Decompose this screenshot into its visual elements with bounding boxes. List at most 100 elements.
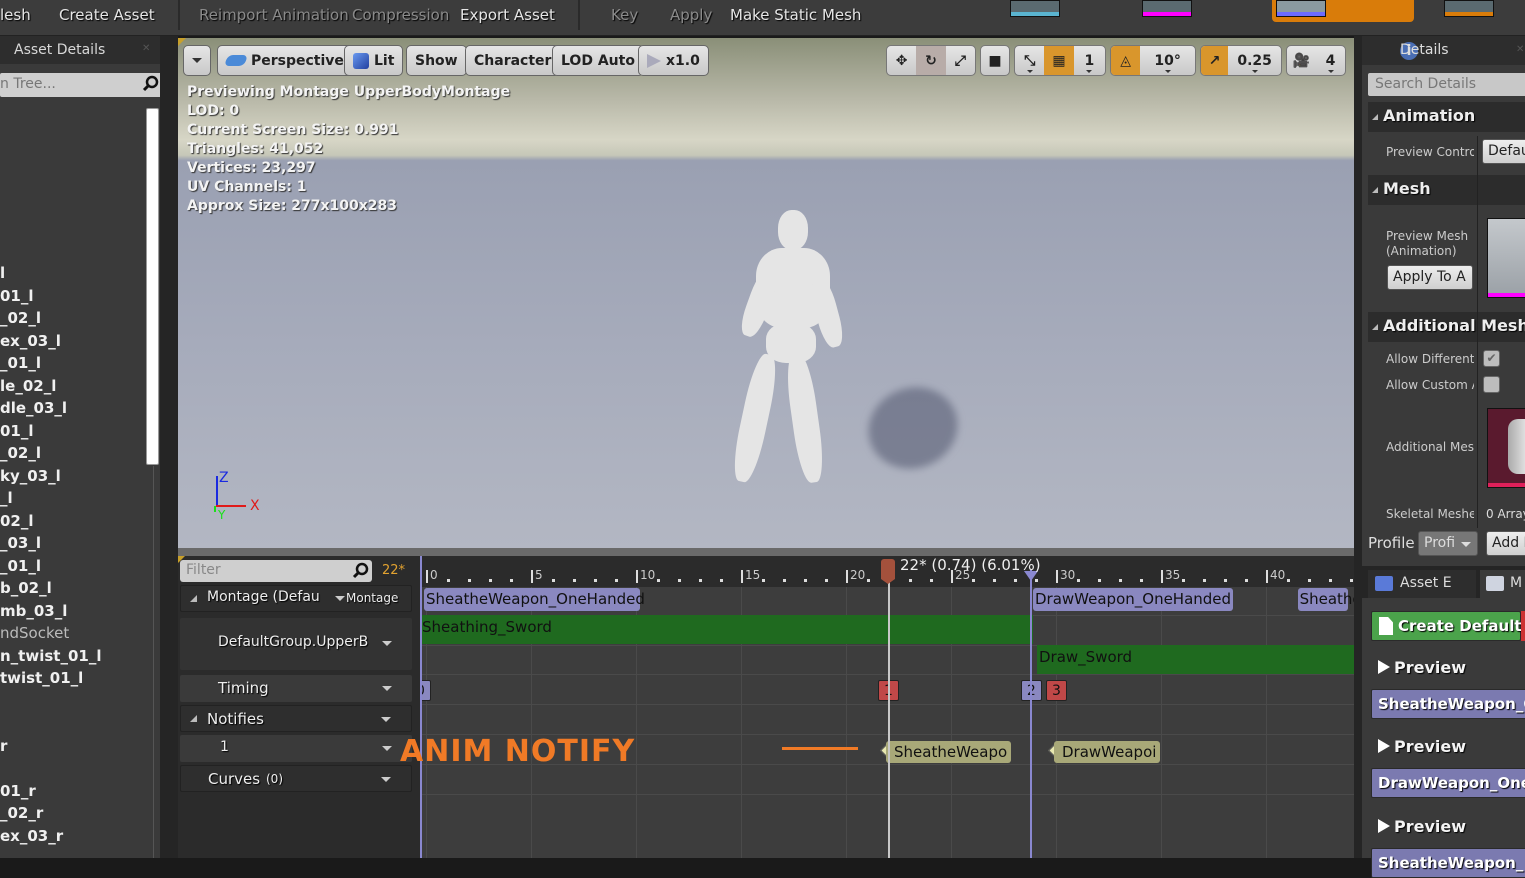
close-tab-icon[interactable]: ✕ <box>142 43 150 54</box>
rotation-snap-toggle[interactable]: ◬ <box>1111 46 1141 75</box>
notify-track-dropdown-icon[interactable] <box>382 746 392 751</box>
section-button-3[interactable]: SheatheWeapon_ <box>1371 848 1525 878</box>
track-filter-input[interactable]: Filter <box>180 560 372 582</box>
surface-snap-button[interactable]: ⤡ <box>1015 46 1044 75</box>
section-button-2[interactable]: DrawWeapon_OneH <box>1371 768 1525 798</box>
timing-dropdown-icon[interactable] <box>382 686 392 691</box>
bone-tree-item[interactable]: _01_l <box>0 354 41 372</box>
lod-button[interactable]: LOD Auto <box>552 45 644 76</box>
track-row-montage[interactable]: Montage (Defau Montage <box>180 585 412 612</box>
montage-section[interactable]: SheatheWeapon_OneHanded <box>424 588 645 611</box>
create-default-button[interactable]: Create Default <box>1371 611 1522 641</box>
category-mesh[interactable]: Mesh <box>1368 175 1525 205</box>
slot-anim-segment[interactable]: Sheathing_Sword <box>420 615 1033 644</box>
toolbar-button-export-asset[interactable]: Export Asset <box>460 6 555 24</box>
bone-tree-item[interactable]: _03_l <box>0 534 41 552</box>
bone-tree-item[interactable]: 01_l <box>0 422 34 440</box>
bone-tree-item[interactable]: le_02_l <box>0 377 56 395</box>
mode-tab-blueprint[interactable] <box>1444 0 1494 17</box>
tab-asset-details[interactable]: Asset Details ✕ <box>0 36 160 64</box>
bone-tree-item[interactable]: 01_r <box>0 782 36 800</box>
scale-snap-toggle[interactable]: ↗ <box>1201 46 1229 75</box>
scrub-handle[interactable] <box>881 559 895 584</box>
toolbar-button-compression[interactable]: Compression <box>352 6 449 24</box>
collapse-triangle-icon[interactable] <box>190 715 197 722</box>
socket-tree-item[interactable]: ndSocket <box>0 624 69 642</box>
bone-tree-item[interactable]: 01_l <box>0 287 34 305</box>
preview-button-1[interactable]: Preview <box>1378 658 1466 677</box>
mode-tab-animation-active[interactable] <box>1272 0 1414 22</box>
category-animation[interactable]: Animation <box>1368 102 1525 132</box>
bone-tree-item[interactable]: ex_03_r <box>0 827 63 845</box>
track-row-curves[interactable]: Curves (0) <box>180 765 412 792</box>
camera-speed-button[interactable]: 🎥 4 <box>1286 45 1346 76</box>
toolbar-button-create-asset[interactable]: Create Asset <box>59 6 155 24</box>
mannequin-character[interactable] <box>708 208 969 508</box>
track-row-slot[interactable]: DefaultGroup.UpperB <box>180 618 412 670</box>
scale-snap-value[interactable]: 0.25 <box>1228 46 1281 75</box>
preview-button-3[interactable]: Preview <box>1378 817 1466 836</box>
mode-tab-mesh[interactable] <box>1142 0 1192 17</box>
track-row-timing[interactable]: Timing <box>180 675 412 702</box>
bone-tree-item[interactable]: _02_l <box>0 309 41 327</box>
bone-tree-item[interactable]: twist_01_l <box>0 669 83 687</box>
slot-anim-segment[interactable]: Draw_Sword <box>1037 645 1354 674</box>
curves-dropdown-icon[interactable] <box>381 777 391 782</box>
section-boundary-line[interactable] <box>1030 570 1032 858</box>
bone-tree-item[interactable]: l <box>0 264 5 282</box>
allow-custom-checkbox[interactable] <box>1483 376 1500 393</box>
section-button-1[interactable]: SheatheWeapon_O <box>1371 689 1525 719</box>
preview-mesh-thumbnail[interactable] <box>1487 218 1525 298</box>
add-profile-button[interactable]: Add I <box>1486 531 1525 556</box>
track-row-notify-1[interactable]: 1 <box>180 735 412 762</box>
bone-tree-item[interactable]: dle_03_l <box>0 399 67 417</box>
tree-scrollbar-thumb[interactable] <box>146 108 159 465</box>
panel-splitter[interactable] <box>160 36 178 858</box>
timing-marker[interactable]: 3 <box>1046 680 1067 701</box>
tab-details[interactable]: i Details ✕ <box>1362 36 1525 65</box>
clear-button[interactable] <box>1521 611 1525 641</box>
timeline-tracks-area[interactable]: 0 5 10 15 20 25 30 35 40 SheatheWeapon_OneHanded… <box>420 556 1354 858</box>
additional-mesh-thumbnail[interactable] <box>1487 408 1525 488</box>
viewport-timeline-splitter[interactable] <box>178 548 1354 556</box>
property-column-divider[interactable] <box>1477 136 1478 528</box>
bone-tree-item[interactable]: ky_03_l <box>0 467 61 485</box>
toolbar-button-make-static-mesh[interactable]: Make Static Mesh <box>730 6 861 24</box>
preview-viewport[interactable]: Perspective Lit Show Character LOD Auto … <box>178 38 1354 548</box>
bone-tree-item[interactable]: n_twist_01_l <box>0 647 101 665</box>
montage-section[interactable]: DrawWeapon_OneHanded <box>1033 588 1233 611</box>
category-additional-meshes[interactable]: Additional Meshes <box>1368 312 1525 342</box>
anim-notify[interactable]: DrawWeapoi <box>1054 741 1160 763</box>
toolbar-button-key[interactable]: Key <box>611 6 638 24</box>
montage-dropdown[interactable]: Montage <box>346 591 398 605</box>
track-row-notifies[interactable]: Notifies <box>180 705 412 732</box>
bone-tree-item[interactable]: _02_r <box>0 804 43 822</box>
panel-splitter[interactable] <box>1354 36 1362 858</box>
anim-notify[interactable]: SheatheWeapo <box>886 741 1011 763</box>
bone-tree-item[interactable]: _l <box>0 489 13 507</box>
bone-tree-item[interactable]: 02_l <box>0 512 34 530</box>
skeleton-tree-search-input[interactable]: n Tree... <box>0 73 163 97</box>
coordinate-space-button[interactable]: ■ <box>980 45 1010 76</box>
close-tab-icon[interactable]: ✕ <box>1516 44 1524 55</box>
bone-tree-item[interactable]: b_02_l <box>0 579 52 597</box>
rotation-snap-value[interactable]: 10° <box>1140 46 1195 75</box>
playback-speed-button[interactable]: x1.0 <box>638 45 709 76</box>
slot-dropdown-icon[interactable] <box>382 641 392 646</box>
viewport-options-button[interactable] <box>183 45 211 76</box>
tree-scrollbar-track[interactable] <box>153 466 154 858</box>
tab-montage-sections[interactable]: M <box>1480 570 1525 598</box>
toolbar-button-mesh[interactable]: lesh <box>0 6 31 24</box>
notifies-dropdown-icon[interactable] <box>381 717 391 722</box>
bone-tree-item[interactable]: mb_03_l <box>0 602 67 620</box>
scale-tool-button[interactable]: ⤢ <box>946 46 975 75</box>
grid-snap-value[interactable]: 1 <box>1074 46 1105 75</box>
collapse-triangle-icon[interactable] <box>190 595 197 602</box>
bone-tree-item[interactable]: ex_03_l <box>0 332 61 350</box>
tab-asset-browser[interactable]: Asset E <box>1368 570 1476 598</box>
toolbar-button-apply[interactable]: Apply <box>670 6 712 24</box>
lit-mode-button[interactable]: Lit <box>344 45 404 76</box>
mode-tab-skeleton[interactable] <box>1010 0 1060 17</box>
translate-tool-button[interactable]: ✥ <box>887 46 916 75</box>
apply-to-asset-button[interactable]: Apply To A <box>1387 265 1473 290</box>
